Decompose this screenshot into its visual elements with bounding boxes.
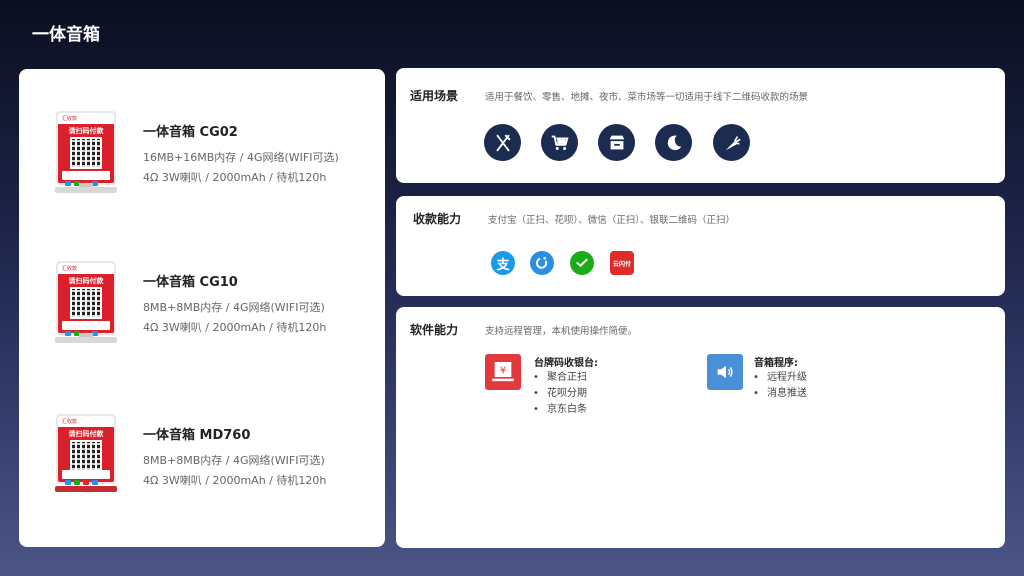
page-title: 一体音箱: [32, 25, 100, 45]
software-card: 软件能力 支持远程管理，本机使用操作简便。 ¥ 台牌码收银台: 聚合正扫 花呗分…: [396, 307, 1005, 548]
cashier-feature-list: 聚合正扫 花呗分期 京东白条: [533, 370, 587, 418]
device-image-md760: 汇收款 请扫码付款: [53, 412, 119, 504]
speaker-icon: [707, 354, 743, 390]
product-list-card: 汇收款 请扫码付款 一体音箱 CG02 16MB+16MB内存 / 4G网络(W…: [19, 69, 385, 547]
product-spec-memory: 16MB+16MB内存 / 4G网络(WIFI可选): [143, 151, 339, 164]
product-item-md760[interactable]: 汇收款 请扫码付款 一体音箱 MD760 8MB+8MB内存 / 4G网络(WI…: [19, 412, 385, 522]
software-title: 软件能力: [410, 323, 459, 337]
alipay-icon: 支: [491, 251, 515, 275]
device-image-cg10: 汇收款 请扫码付款: [53, 259, 119, 351]
list-item: 聚合正扫: [533, 370, 587, 386]
cashier-icon: ¥: [485, 354, 521, 390]
payment-title: 收款能力: [413, 212, 462, 226]
product-spec-memory: 8MB+8MB内存 / 4G网络(WIFI可选): [143, 301, 325, 314]
unionpay-icon: 云闪付: [610, 251, 634, 275]
payment-description: 支付宝（正扫、花呗）、微信（正扫）、银联二维码（正扫）: [488, 215, 736, 226]
product-spec-battery: 4Ω 3W喇叭 / 2000mAh / 待机120h: [143, 321, 327, 334]
payment-card: 收款能力 支付宝（正扫、花呗）、微信（正扫）、银联二维码（正扫） 支 云闪付: [396, 196, 1005, 296]
product-name: 一体音箱 CG10: [143, 275, 238, 290]
scenes-description: 适用于餐饮、零售、地摊、夜市、菜市场等一切适用于线下二维码收款的场景: [485, 92, 809, 103]
list-item: 京东白条: [533, 402, 587, 418]
product-name: 一体音箱 CG02: [143, 125, 238, 140]
svg-text:¥: ¥: [500, 366, 506, 377]
moon-icon: [655, 124, 692, 161]
shopping-cart-icon: [541, 124, 578, 161]
scenes-card: 适用场景 适用于餐饮、零售、地摊、夜市、菜市场等一切适用于线下二维码收款的场景: [396, 68, 1005, 183]
list-item: 远程升级: [753, 370, 807, 386]
stall-icon: [598, 124, 635, 161]
fork-knife-icon: [484, 124, 521, 161]
product-spec-battery: 4Ω 3W喇叭 / 2000mAh / 待机120h: [143, 171, 327, 184]
wechat-pay-icon: [570, 251, 594, 275]
product-item-cg02[interactable]: 汇收款 请扫码付款 一体音箱 CG02 16MB+16MB内存 / 4G网络(W…: [19, 109, 385, 219]
carrot-icon: [713, 124, 750, 161]
software-description: 支持远程管理，本机使用操作简便。: [485, 326, 638, 337]
list-item: 消息推送: [753, 386, 807, 402]
cashier-block-title: 台牌码收银台:: [534, 358, 598, 369]
huabei-icon: [530, 251, 554, 275]
list-item: 花呗分期: [533, 386, 587, 402]
speaker-block-title: 音箱程序:: [754, 358, 798, 369]
product-spec-battery: 4Ω 3W喇叭 / 2000mAh / 待机120h: [143, 474, 327, 487]
product-spec-memory: 8MB+8MB内存 / 4G网络(WIFI可选): [143, 454, 325, 467]
product-item-cg10[interactable]: 汇收款 请扫码付款 一体音箱 CG10 8MB+8MB内存 / 4G网络(WIF…: [19, 259, 385, 369]
device-image-cg02: 汇收款 请扫码付款: [53, 109, 119, 201]
scenes-title: 适用场景: [410, 89, 459, 103]
product-name: 一体音箱 MD760: [143, 428, 251, 443]
speaker-feature-list: 远程升级 消息推送: [753, 370, 807, 402]
